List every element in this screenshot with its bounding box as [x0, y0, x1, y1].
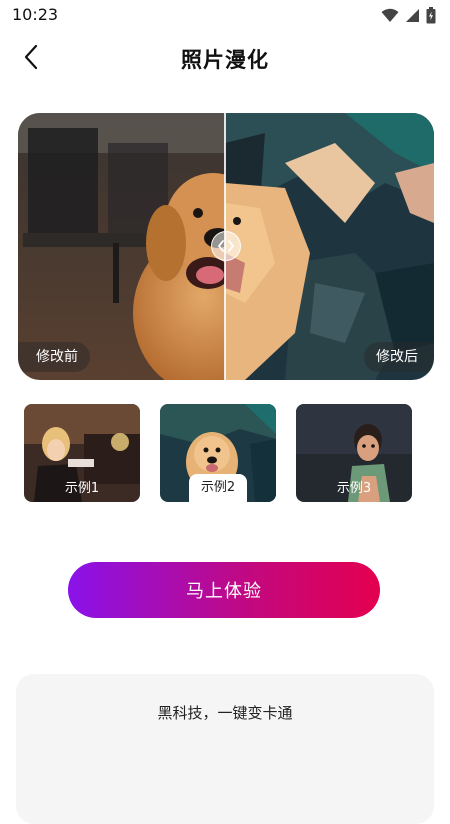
try-now-button[interactable]: 马上体验	[68, 562, 380, 618]
after-label: 修改后	[364, 342, 434, 372]
status-bar: 10:23	[0, 0, 450, 30]
sample-thumbnail-2[interactable]: 示例2	[160, 404, 276, 502]
compare-handle-icon[interactable]	[211, 231, 241, 261]
after-image	[225, 113, 434, 380]
wifi-icon	[381, 8, 399, 27]
before-label: 修改前	[18, 342, 90, 372]
status-time: 10:23	[12, 5, 59, 24]
sample-thumbnail-1[interactable]: 示例1	[24, 404, 140, 502]
sample-thumbnail-3[interactable]: 示例3	[296, 404, 412, 502]
sample-label: 示例1	[64, 481, 100, 496]
info-card: 黑科技，一键变卡通	[16, 674, 434, 824]
info-text: 黑科技，一键变卡通	[157, 704, 293, 722]
status-icons	[381, 7, 436, 28]
compare-view[interactable]: 修改前 修改后	[18, 113, 434, 380]
before-image	[18, 113, 225, 380]
battery-icon	[426, 7, 436, 28]
sample-list: 示例1 示例2 示例3	[24, 404, 412, 502]
sample-label: 示例3	[336, 481, 372, 496]
page-title: 照片漫化	[181, 48, 269, 72]
signal-icon	[405, 8, 420, 27]
sample-label-selected: 示例2	[189, 474, 247, 502]
